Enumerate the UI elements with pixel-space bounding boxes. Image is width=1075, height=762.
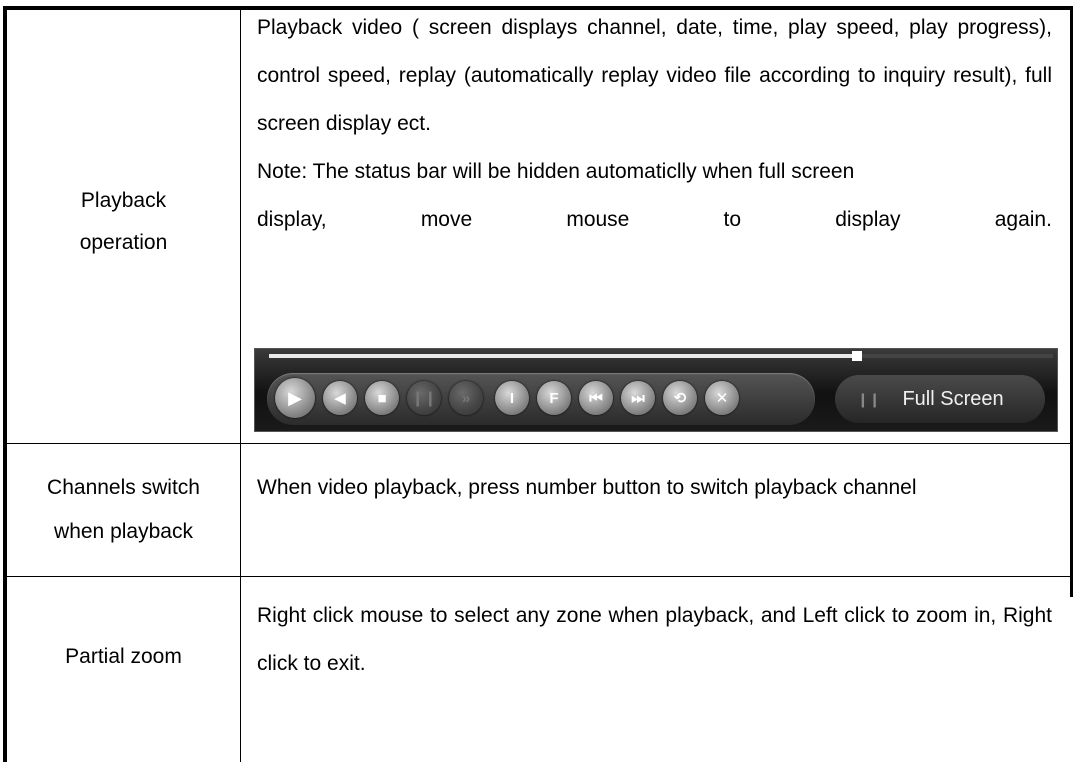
playback-note-continued: display, move mouse to display again. xyxy=(257,196,1052,244)
progress-handle[interactable] xyxy=(852,351,862,361)
label-line: when playback xyxy=(54,520,193,543)
label-line: Channels switch xyxy=(47,476,200,499)
row-label-partial-zoom: Partial zoom xyxy=(7,636,240,678)
fast-button[interactable]: F xyxy=(537,381,571,415)
fullscreen-toggle-button[interactable]: ✕ xyxy=(705,381,739,415)
playback-button-group: ▶ ◀ ■ ❙❙ » I F ⏮ ⏭ ⟲ ✕ xyxy=(267,373,815,425)
play-icon: ▶ xyxy=(288,388,302,408)
next-file-button[interactable]: ⏭ xyxy=(621,381,655,415)
label-line: Playback xyxy=(80,189,167,212)
reverse-play-button[interactable]: ◀ xyxy=(323,381,357,415)
label-line: Partial zoom xyxy=(65,645,182,668)
slow-icon: I xyxy=(509,389,515,407)
row-description-partial-zoom: Right click mouse to select any zone whe… xyxy=(257,592,1052,688)
row-divider xyxy=(7,443,1073,444)
stop-icon: ■ xyxy=(377,389,387,407)
row-label-playback-operation: Playback operation xyxy=(7,180,240,264)
note-word: move xyxy=(420,208,473,231)
note-word: to xyxy=(723,208,742,231)
slow-button[interactable]: I xyxy=(495,381,529,415)
label-line: operation xyxy=(79,231,168,254)
next-file-icon: ⏭ xyxy=(631,389,645,407)
fullscreen-toggle-icon: ✕ xyxy=(715,389,729,407)
partial-zoom-description: Right click mouse to select any zone whe… xyxy=(257,604,1052,675)
previous-file-icon: ⏮ xyxy=(589,389,603,407)
playback-control-bar: ▶ ◀ ■ ❙❙ » I F ⏮ ⏭ ⟲ ✕ ❙❙ Full Screen xyxy=(254,348,1058,432)
column-divider xyxy=(240,10,241,762)
full-screen-button[interactable]: ❙❙ Full Screen xyxy=(835,375,1045,423)
note-word: mouse xyxy=(566,208,630,231)
row-description-playback-operation: Playback video ( screen displays channel… xyxy=(257,4,1052,244)
pause-icon: ❙❙ xyxy=(411,389,437,407)
replay-icon: ⟲ xyxy=(673,389,687,407)
previous-file-button[interactable]: ⏮ xyxy=(579,381,613,415)
playback-progress-bar[interactable] xyxy=(269,351,1053,361)
play-button[interactable]: ▶ xyxy=(275,378,315,418)
note-word: again. xyxy=(994,208,1052,231)
stop-button[interactable]: ■ xyxy=(365,381,399,415)
fast-icon: F xyxy=(549,389,559,407)
playback-description: Playback video ( screen displays channel… xyxy=(257,16,1052,135)
full-screen-label: Full Screen xyxy=(902,387,1004,410)
handle-icon: ❙❙ xyxy=(857,390,881,407)
reverse-play-icon: ◀ xyxy=(334,389,346,407)
note-word: display xyxy=(835,208,901,231)
pause-button[interactable]: ❙❙ xyxy=(407,381,441,415)
row-label-channels-switch: Channels switch when playback xyxy=(7,466,240,554)
replay-button[interactable]: ⟲ xyxy=(663,381,697,415)
playback-note: Note: The status bar will be hidden auto… xyxy=(257,160,855,183)
row-description-channels-switch: When video playback, press number button… xyxy=(257,464,1052,512)
progress-fill xyxy=(269,354,857,358)
function-table: Playback operation Playback video ( scre… xyxy=(0,0,1075,762)
fast-forward-button[interactable]: » xyxy=(449,381,483,415)
table-right-border xyxy=(1070,6,1073,597)
note-word: display, xyxy=(257,208,327,231)
fast-forward-icon: » xyxy=(461,389,471,407)
channels-switch-description: When video playback, press number button… xyxy=(257,476,917,499)
row-divider xyxy=(7,576,1073,577)
